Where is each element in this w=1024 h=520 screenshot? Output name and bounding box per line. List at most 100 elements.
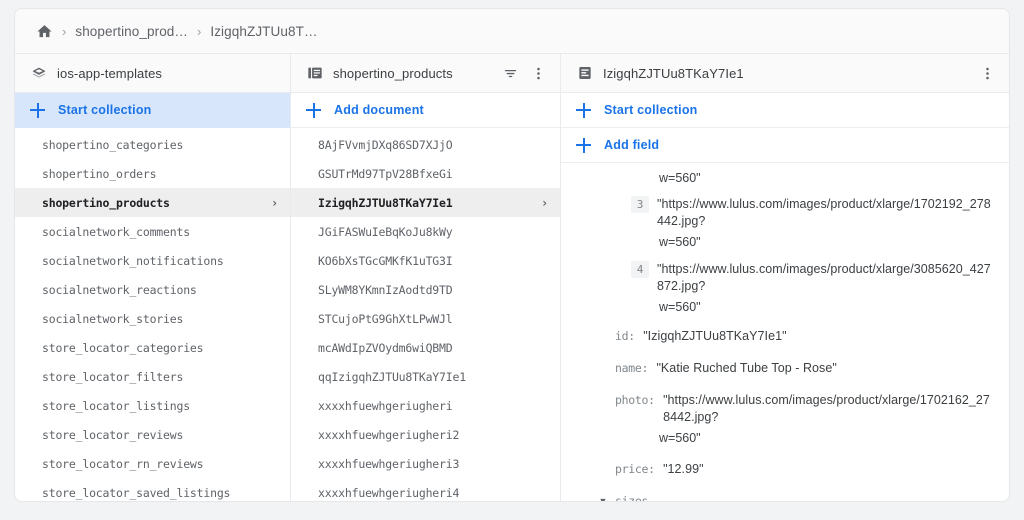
document-list-item[interactable]: KO6bXsTGcGMKfK1uTG3I› — [291, 246, 560, 275]
add-field-label: Add field — [604, 138, 660, 152]
field-value-name: "Katie Ruched Tube Top - Rose" — [656, 361, 837, 375]
document-list-item-label: mcAWdIpZVOydm6wiQBMD — [318, 340, 453, 355]
field-row-name[interactable]: ▼ name : "Katie Ruched Tube Top - Rose" — [575, 356, 995, 382]
collection-list-item[interactable]: store_locator_rn_reviews› — [15, 449, 290, 478]
field-row-array-item[interactable]: 4 "https://www.lulus.com/images/product/… — [575, 257, 995, 300]
document-panel: IzigqhZJTUu8TKaY7Ie1 Start collection Ad… — [561, 54, 1009, 501]
array-item-value-wrap: w=560" — [659, 235, 701, 249]
database-stack-icon — [30, 65, 47, 82]
document-list-item-label: xxxxhfuewhgeriugheri3 — [318, 456, 460, 471]
field-key-id: id — [615, 329, 629, 343]
add-document-button[interactable]: Add document — [291, 93, 560, 128]
document-list-item-label: qqIzigqhZJTUu8TKaY7Ie1 — [318, 369, 466, 384]
document-list-item[interactable]: STCujoPtG9GhXtLPwWJl› — [291, 304, 560, 333]
document-list-item[interactable]: xxxxhfuewhgeriugheri2› — [291, 420, 560, 449]
collection-list-item[interactable]: store_locator_categories› — [15, 333, 290, 362]
breadcrumb-item-collection[interactable]: shopertino_prod… — [75, 24, 188, 39]
collection-list-item[interactable]: store_locator_filters› — [15, 362, 290, 391]
document-list-item-label: 8AjFVvmjDXq86SD7XJjO — [318, 137, 453, 152]
firestore-data-page: › shopertino_prod… › IzigqhZJTUu8T… ios-… — [0, 0, 1024, 520]
breadcrumb-separator-1: › — [62, 23, 67, 39]
field-row-id[interactable]: ▼ id : "IzigqhZJTUu8TKaY7Ie1" — [575, 324, 995, 350]
collection-list-item[interactable]: socialnetwork_stories› — [15, 304, 290, 333]
document-list-item[interactable]: qqIzigqhZJTUu8TKaY7Ie1› — [291, 362, 560, 391]
document-list-item[interactable]: xxxxhfuewhgeriugheri3› — [291, 449, 560, 478]
document-list-item[interactable]: mcAWdIpZVOydm6wiQBMD› — [291, 333, 560, 362]
field-row-array-item[interactable]: 3 "https://www.lulus.com/images/product/… — [575, 192, 995, 235]
document-list-item-label: xxxxhfuewhgeriugheri2 — [318, 427, 460, 442]
document-icon — [576, 65, 593, 82]
add-document-label: Add document — [334, 103, 424, 117]
breadcrumb-separator-2: › — [197, 23, 202, 39]
collections-panel: ios-app-templates Start collection shope… — [15, 54, 291, 501]
collection-list-item-label: store_locator_rn_reviews — [42, 456, 204, 471]
start-subcollection-button[interactable]: Start collection — [561, 93, 1009, 128]
field-colon: : — [648, 393, 656, 407]
more-vert-icon[interactable] — [977, 63, 997, 83]
collection-list-item-label: shopertino_orders — [42, 166, 157, 181]
field-row-sizes[interactable]: ▼ sizes — [575, 489, 995, 501]
document-list-item[interactable]: IzigqhZJTUu8TKaY7Ie1 › — [291, 188, 560, 217]
add-field-button[interactable]: Add field — [561, 128, 1009, 163]
plus-icon — [30, 102, 45, 118]
breadcrumb-item-document[interactable]: IzigqhZJTUu8T… — [210, 24, 317, 39]
collection-list-item-label: store_locator_categories — [42, 340, 204, 355]
collection-list-item[interactable]: socialnetwork_notifications› — [15, 246, 290, 275]
document-list-item-label: GSUTrMd97TpV28BfxeGi — [318, 166, 453, 181]
document-list-item[interactable]: xxxxhfuewhgeriugheri4› — [291, 478, 560, 501]
document-panel-title: IzigqhZJTUu8TKaY7Ie1 — [603, 65, 744, 81]
collection-list-item[interactable]: socialnetwork_reactions› — [15, 275, 290, 304]
document-list-item-label: IzigqhZJTUu8TKaY7Ie1 — [318, 195, 453, 210]
field-key-price: price — [615, 462, 649, 476]
collections-panel-title: ios-app-templates — [57, 65, 163, 81]
document-list-item[interactable]: 8AjFVvmjDXq86SD7XJjO› — [291, 130, 560, 159]
collection-list-item[interactable]: store_locator_reviews› — [15, 420, 290, 449]
collection-list-item-label: shopertino_categories — [42, 137, 184, 152]
collection-list-item-label: store_locator_reviews — [42, 427, 184, 442]
filter-icon[interactable] — [500, 63, 520, 83]
documents-panel-actions — [500, 63, 548, 83]
document-list-item-label: KO6bXsTGcGMKfK1uTG3I — [318, 253, 453, 268]
collection-list-item[interactable]: store_locator_listings› — [15, 391, 290, 420]
field-row-array-tail: w=560" — [575, 169, 995, 192]
document-panel-header: IzigqhZJTUu8TKaY7Ie1 — [561, 54, 1009, 93]
collections-list[interactable]: shopertino_categories›shopertino_orders›… — [15, 128, 290, 501]
documents-panel-header: shopertino_products — [291, 54, 560, 93]
document-list-item[interactable]: JGiFASWuIeBqKoJu8kWy› — [291, 217, 560, 246]
document-list-item-label: xxxxhfuewhgeriugheri4 — [318, 485, 460, 500]
document-list-item[interactable]: SLyWM8YKmnIzAodtd9TD› — [291, 275, 560, 304]
home-icon[interactable] — [35, 22, 53, 40]
plus-icon — [576, 102, 591, 118]
document-list-item[interactable]: GSUTrMd97TpV28BfxeGi› — [291, 159, 560, 188]
collection-list-item[interactable]: shopertino_products › — [15, 188, 290, 217]
field-row-price[interactable]: ▼ price : "12.99" — [575, 457, 995, 483]
chevron-down-icon[interactable]: ▼ — [595, 493, 611, 501]
collection-list-item-label: shopertino_products — [42, 195, 170, 210]
collection-list-item-label: store_locator_filters — [42, 369, 184, 384]
breadcrumb: › shopertino_prod… › IzigqhZJTUu8T… — [15, 9, 1009, 54]
plus-icon — [306, 102, 321, 118]
panels-container: ios-app-templates Start collection shope… — [15, 54, 1009, 501]
start-subcollection-label: Start collection — [604, 103, 698, 117]
field-key-name: name — [615, 361, 642, 375]
collection-list-item-label: socialnetwork_stories — [42, 311, 184, 326]
collections-panel-header: ios-app-templates — [15, 54, 290, 93]
collection-list-item[interactable]: shopertino_categories› — [15, 130, 290, 159]
field-tree: w=560" 3 "https://www.lulus.com/images/p… — [561, 163, 1009, 501]
field-key-sizes: sizes — [615, 494, 649, 501]
collection-list-item[interactable]: store_locator_saved_listings› — [15, 478, 290, 501]
field-value-id: "IzigqhZJTUu8TKaY7Ie1" — [643, 329, 787, 343]
field-row-photo[interactable]: ▼ photo : "https://www.lulus.com/images/… — [575, 388, 995, 431]
field-value-price: "12.99" — [663, 462, 704, 476]
field-colon: : — [648, 462, 656, 476]
chevron-right-icon: › — [540, 195, 548, 210]
more-vert-icon[interactable] — [528, 63, 548, 83]
documents-list[interactable]: 8AjFVvmjDXq86SD7XJjO›GSUTrMd97TpV28BfxeG… — [291, 128, 560, 501]
collection-list-item[interactable]: shopertino_orders› — [15, 159, 290, 188]
array-index-badge: 3 — [631, 196, 649, 213]
collection-list-item[interactable]: socialnetwork_comments› — [15, 217, 290, 246]
start-collection-button[interactable]: Start collection — [15, 93, 290, 128]
collection-icon — [306, 65, 323, 82]
document-list-item[interactable]: xxxxhfuewhgeriugheri› — [291, 391, 560, 420]
array-item-value: "https://www.lulus.com/images/product/xl… — [657, 197, 991, 228]
